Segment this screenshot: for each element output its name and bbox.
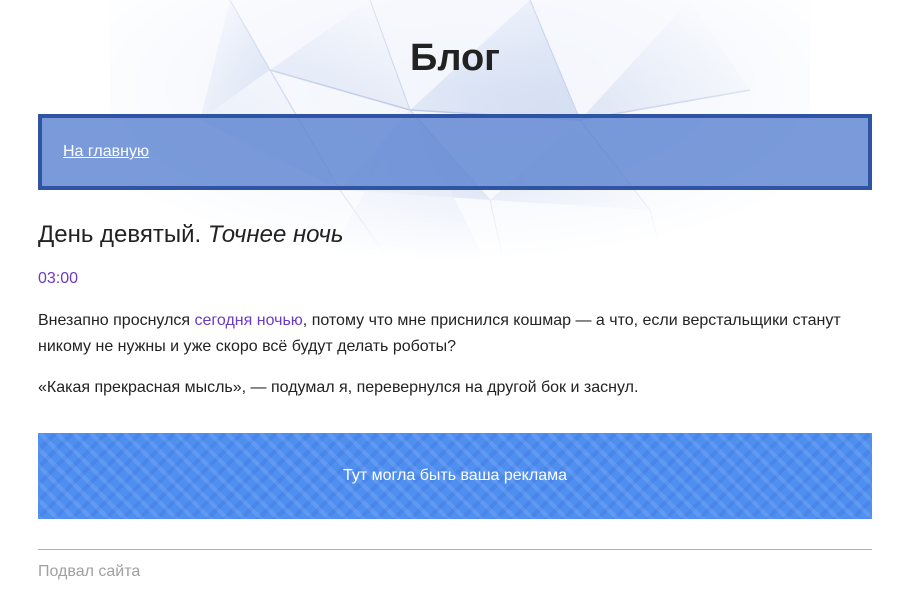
- site-title: Блог: [410, 37, 500, 79]
- content-column: Блог На главную День девятый. Точнее ноч…: [0, 0, 910, 581]
- main-navigation: На главную: [38, 114, 872, 190]
- post-body: Внезапно проснулся сегодня ночью, потому…: [38, 308, 872, 401]
- post-title-italic: Точнее ночь: [207, 221, 344, 248]
- page: Блог На главную День девятый. Точнее ноч…: [0, 0, 910, 600]
- blog-post: День девятый. Точнее ночь 03:00 Внезапно…: [38, 220, 872, 401]
- post-paragraph: Внезапно проснулся сегодня ночью, потому…: [38, 308, 872, 360]
- footer-text: Подвал сайта: [38, 563, 141, 580]
- tonight-link[interactable]: сегодня ночью: [195, 312, 303, 329]
- post-time: 03:00: [38, 270, 79, 287]
- post-paragraph: «Какая прекрасная мысль», — подумал я, п…: [38, 379, 639, 396]
- ad-banner[interactable]: Тут могла быть ваша реклама: [38, 433, 872, 519]
- home-link[interactable]: На главную: [63, 143, 149, 161]
- post-title-main: День девятый.: [38, 221, 202, 248]
- site-footer: Подвал сайта: [38, 549, 872, 581]
- paragraph-text-start: Внезапно проснулся: [38, 312, 195, 329]
- post-title: День девятый. Точнее ночь: [38, 220, 872, 250]
- ad-banner-text: Тут могла быть ваша реклама: [343, 467, 567, 484]
